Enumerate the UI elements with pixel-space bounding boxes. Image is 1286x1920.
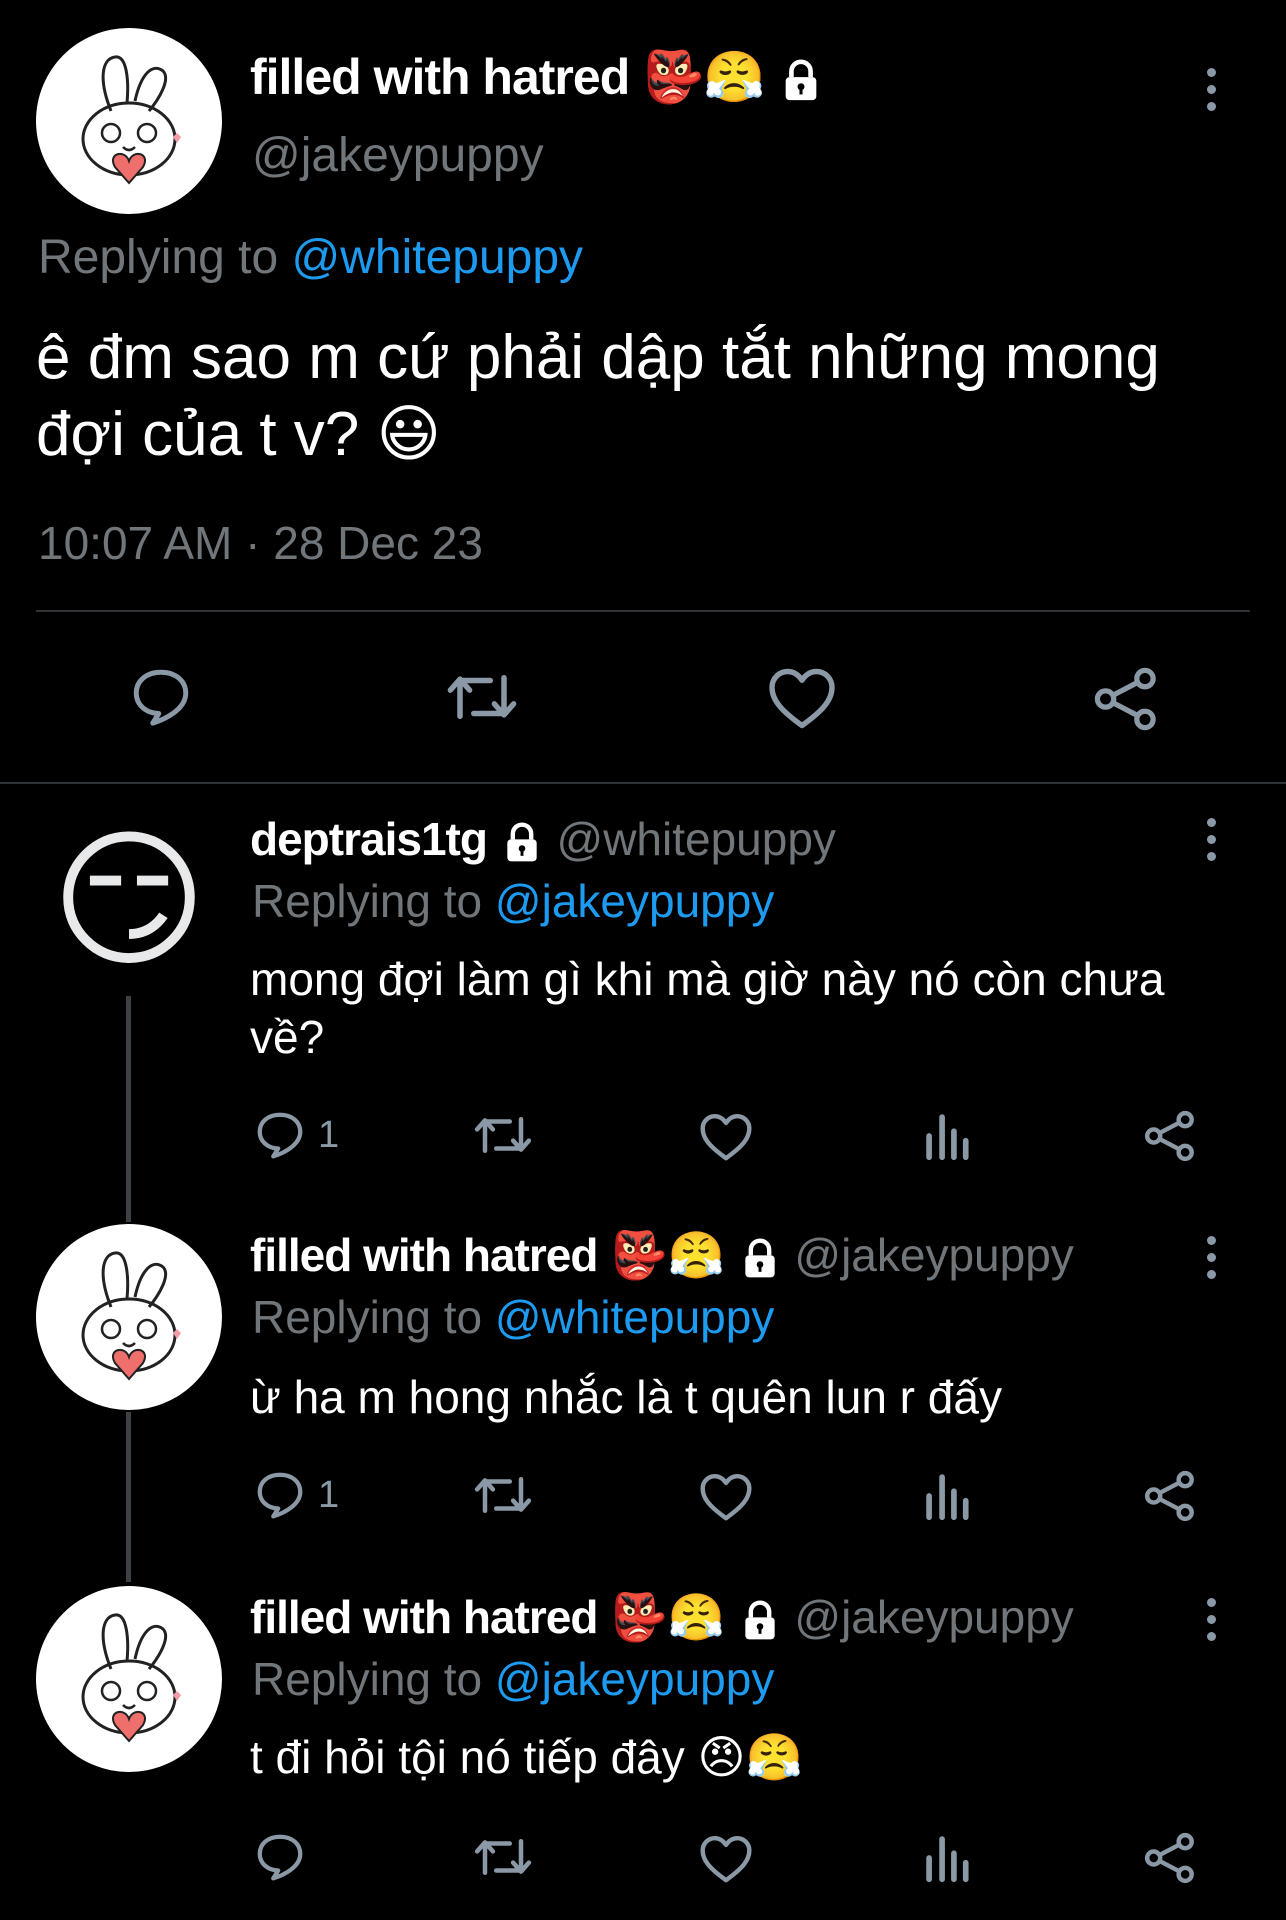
- reply-icon: [257, 1834, 303, 1881]
- thread-line: [126, 996, 131, 1222]
- avatar[interactable]: 😏: [36, 808, 222, 994]
- reply-text: t đi hỏi tội nó tiếp đây 😠😤: [250, 1728, 1250, 1786]
- reply-icon: [257, 1112, 303, 1159]
- bunny-avatar-icon: [81, 55, 181, 185]
- divider: [0, 782, 1286, 784]
- views-icon: [926, 1836, 969, 1883]
- heart-icon: [700, 1473, 752, 1521]
- avatar[interactable]: [36, 1224, 222, 1410]
- handle[interactable]: @jakeypuppy: [794, 1229, 1073, 1281]
- retweet-icon: [474, 1117, 532, 1153]
- replying-to: Replying to @jakeypuppy: [252, 874, 774, 928]
- retweet-button[interactable]: [470, 1830, 536, 1884]
- handle[interactable]: @jakeypuppy: [794, 1591, 1073, 1643]
- retweet-icon: [474, 1839, 532, 1875]
- views-button[interactable]: [924, 1110, 972, 1162]
- reply-text: ừ ha m hong nhắc là t quên lun r đấy: [250, 1371, 1002, 1423]
- name-emojis: 👺😤: [610, 1590, 725, 1644]
- share-button[interactable]: [1142, 1468, 1198, 1524]
- reply-text-body: t đi hỏi tội nó tiếp đây: [250, 1731, 685, 1783]
- bunny-avatar-icon: [81, 1613, 181, 1743]
- name-emojis: 👺😤: [610, 1228, 725, 1282]
- retweet-button[interactable]: [440, 664, 524, 730]
- tweet-text: ê đm sao m cứ phải dập tắt những mong đợ…: [36, 320, 1236, 473]
- smirk-avatar-icon: 😏: [50, 814, 208, 988]
- reply-button[interactable]: 1: [252, 1108, 339, 1162]
- share-button[interactable]: [1142, 1108, 1198, 1164]
- more-options-icon[interactable]: [1207, 1598, 1216, 1641]
- bunny-avatar-icon: [81, 1251, 181, 1381]
- replying-to: Replying to @jakeypuppy: [252, 1652, 774, 1706]
- like-button[interactable]: [698, 1110, 754, 1162]
- retweet-button[interactable]: [470, 1468, 536, 1522]
- reply-button[interactable]: [126, 664, 196, 730]
- name-emojis: 👺😤: [642, 48, 766, 106]
- replying-handle-link[interactable]: @whitepuppy: [291, 231, 583, 284]
- avatar[interactable]: [36, 1586, 222, 1772]
- retweet-button[interactable]: [470, 1108, 536, 1162]
- replying-handle-link[interactable]: @whitepuppy: [495, 1291, 774, 1343]
- thread-line: [126, 1412, 131, 1582]
- share-icon: [1144, 1832, 1194, 1884]
- lock-icon: [738, 1237, 782, 1281]
- views-button[interactable]: [924, 1470, 972, 1522]
- more-options-icon[interactable]: [1207, 818, 1216, 861]
- lock-icon: [500, 821, 544, 865]
- replying-prefix: Replying to: [252, 1291, 483, 1343]
- heart-icon: [700, 1835, 752, 1883]
- reply-text: mong đợi làm gì khi mà giờ này nó còn ch…: [250, 953, 1165, 1063]
- reply-icon: [133, 669, 189, 726]
- handle[interactable]: @jakeypuppy: [252, 128, 544, 183]
- replying-to: Replying to @whitepuppy: [252, 1290, 774, 1344]
- display-name[interactable]: filled with hatred: [250, 49, 630, 105]
- display-name[interactable]: filled with hatred: [250, 1229, 598, 1281]
- replying-prefix: Replying to: [38, 231, 279, 284]
- lock-icon: [778, 58, 824, 104]
- share-button[interactable]: [1142, 1830, 1198, 1886]
- more-options-icon[interactable]: [1207, 68, 1216, 111]
- tweet-text-body: ê đm sao m cứ phải dập tắt những mong đợ…: [36, 323, 1160, 469]
- timestamp[interactable]: 10:07 AM · 28 Dec 23: [38, 516, 483, 570]
- replying-prefix: Replying to: [252, 1653, 483, 1705]
- share-icon: [1144, 1470, 1194, 1522]
- replying-prefix: Replying to: [252, 875, 483, 927]
- reply-count: 1: [318, 1473, 340, 1516]
- display-name[interactable]: filled with hatred: [250, 1591, 598, 1643]
- views-icon: [926, 1114, 969, 1161]
- replying-handle-link[interactable]: @jakeypuppy: [495, 875, 774, 927]
- replying-handle-link[interactable]: @jakeypuppy: [495, 1653, 774, 1705]
- retweet-icon: [447, 675, 517, 719]
- avatar[interactable]: [36, 28, 222, 214]
- views-button[interactable]: [924, 1832, 972, 1884]
- like-button[interactable]: [698, 1832, 754, 1884]
- heart-icon: [700, 1113, 752, 1161]
- retweet-icon: [474, 1477, 532, 1513]
- reply-count: 1: [318, 1113, 340, 1156]
- reply-icon: [257, 1472, 303, 1519]
- handle[interactable]: @whitepuppy: [557, 813, 836, 865]
- share-icon: [1144, 1110, 1194, 1162]
- heart-icon: [769, 668, 835, 729]
- reply-text-emoji: 😠😤: [697, 1730, 803, 1784]
- replying-to: Replying to @whitepuppy: [38, 230, 583, 285]
- display-name[interactable]: deptrais1tg: [250, 813, 488, 865]
- reply-button[interactable]: [252, 1830, 318, 1884]
- tweet-text-emoji: 😃: [376, 397, 442, 470]
- views-icon: [926, 1474, 969, 1521]
- lock-icon: [738, 1599, 782, 1643]
- like-button[interactable]: [698, 1470, 754, 1522]
- reply-button[interactable]: 1: [252, 1468, 339, 1522]
- like-button[interactable]: [766, 664, 838, 730]
- share-button[interactable]: [1090, 664, 1162, 734]
- more-options-icon[interactable]: [1207, 1236, 1216, 1279]
- divider: [36, 610, 1250, 612]
- share-icon: [1094, 667, 1156, 731]
